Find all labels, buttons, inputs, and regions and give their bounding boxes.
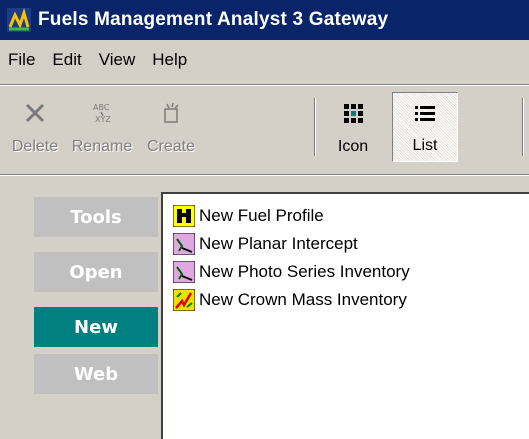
delete-button[interactable]: Delete	[4, 92, 66, 162]
list-item-new-planar-intercept[interactable]: New Planar Intercept	[172, 232, 358, 256]
photo-series-icon	[172, 260, 196, 284]
create-spark-icon	[158, 100, 184, 126]
rename-button[interactable]: ABC XYZ Rename	[68, 92, 136, 162]
new-items-list: New Fuel Profile New Planar Intercept Ne…	[161, 192, 529, 439]
menu-edit[interactable]: Edit	[44, 50, 90, 70]
nav-web-button[interactable]: Web	[34, 354, 158, 394]
planar-intercept-icon	[172, 232, 196, 256]
list-item-label: New Crown Mass Inventory	[199, 290, 407, 309]
svg-text:ABC: ABC	[93, 103, 110, 112]
binoculars-icon	[172, 204, 196, 228]
menu-view[interactable]: View	[91, 50, 145, 70]
list-item-new-photo-series-inventory[interactable]: New Photo Series Inventory	[172, 260, 410, 284]
toolbar-divider	[0, 84, 529, 86]
toolbar-separator-right	[522, 98, 524, 156]
title-bar[interactable]: Fuels Management Analyst 3 Gateway	[0, 0, 529, 40]
toolbar: Delete ABC XYZ Rename Create Icon List	[0, 88, 529, 168]
list-view-button[interactable]: List	[392, 92, 458, 162]
create-button[interactable]: Create	[138, 92, 204, 162]
nav-open-button[interactable]: Open	[34, 252, 158, 292]
menu-bar: File Edit View Help	[0, 44, 196, 76]
icon-view-label: Icon	[337, 138, 369, 155]
delete-label: Delete	[11, 138, 59, 155]
toolbar-separator	[314, 98, 316, 156]
rename-label: Rename	[71, 138, 133, 155]
rename-abc-icon: ABC XYZ	[89, 100, 115, 126]
menu-help[interactable]: Help	[144, 50, 196, 70]
nav-tools-button[interactable]: Tools	[34, 197, 158, 237]
large-icons-view-icon	[340, 100, 366, 126]
x-delete-icon	[22, 100, 48, 126]
create-label: Create	[146, 138, 196, 155]
crown-mass-icon	[172, 288, 196, 312]
window-title: Fuels Management Analyst 3 Gateway	[38, 9, 389, 30]
fma-app-icon[interactable]	[6, 7, 32, 33]
svg-text:XYZ: XYZ	[95, 115, 111, 124]
list-item-label: New Photo Series Inventory	[199, 262, 410, 281]
menu-file[interactable]: File	[0, 50, 44, 70]
icon-view-button[interactable]: Icon	[320, 92, 386, 162]
list-view-icon	[412, 101, 438, 127]
list-item-new-fuel-profile[interactable]: New Fuel Profile	[172, 204, 324, 228]
nav-new-button[interactable]: New	[34, 307, 158, 347]
list-item-new-crown-mass-inventory[interactable]: New Crown Mass Inventory	[172, 288, 407, 312]
list-item-label: New Planar Intercept	[199, 234, 358, 253]
toolbar-bottom-divider	[0, 174, 529, 176]
list-item-label: New Fuel Profile	[199, 206, 324, 225]
list-view-label: List	[412, 137, 438, 154]
